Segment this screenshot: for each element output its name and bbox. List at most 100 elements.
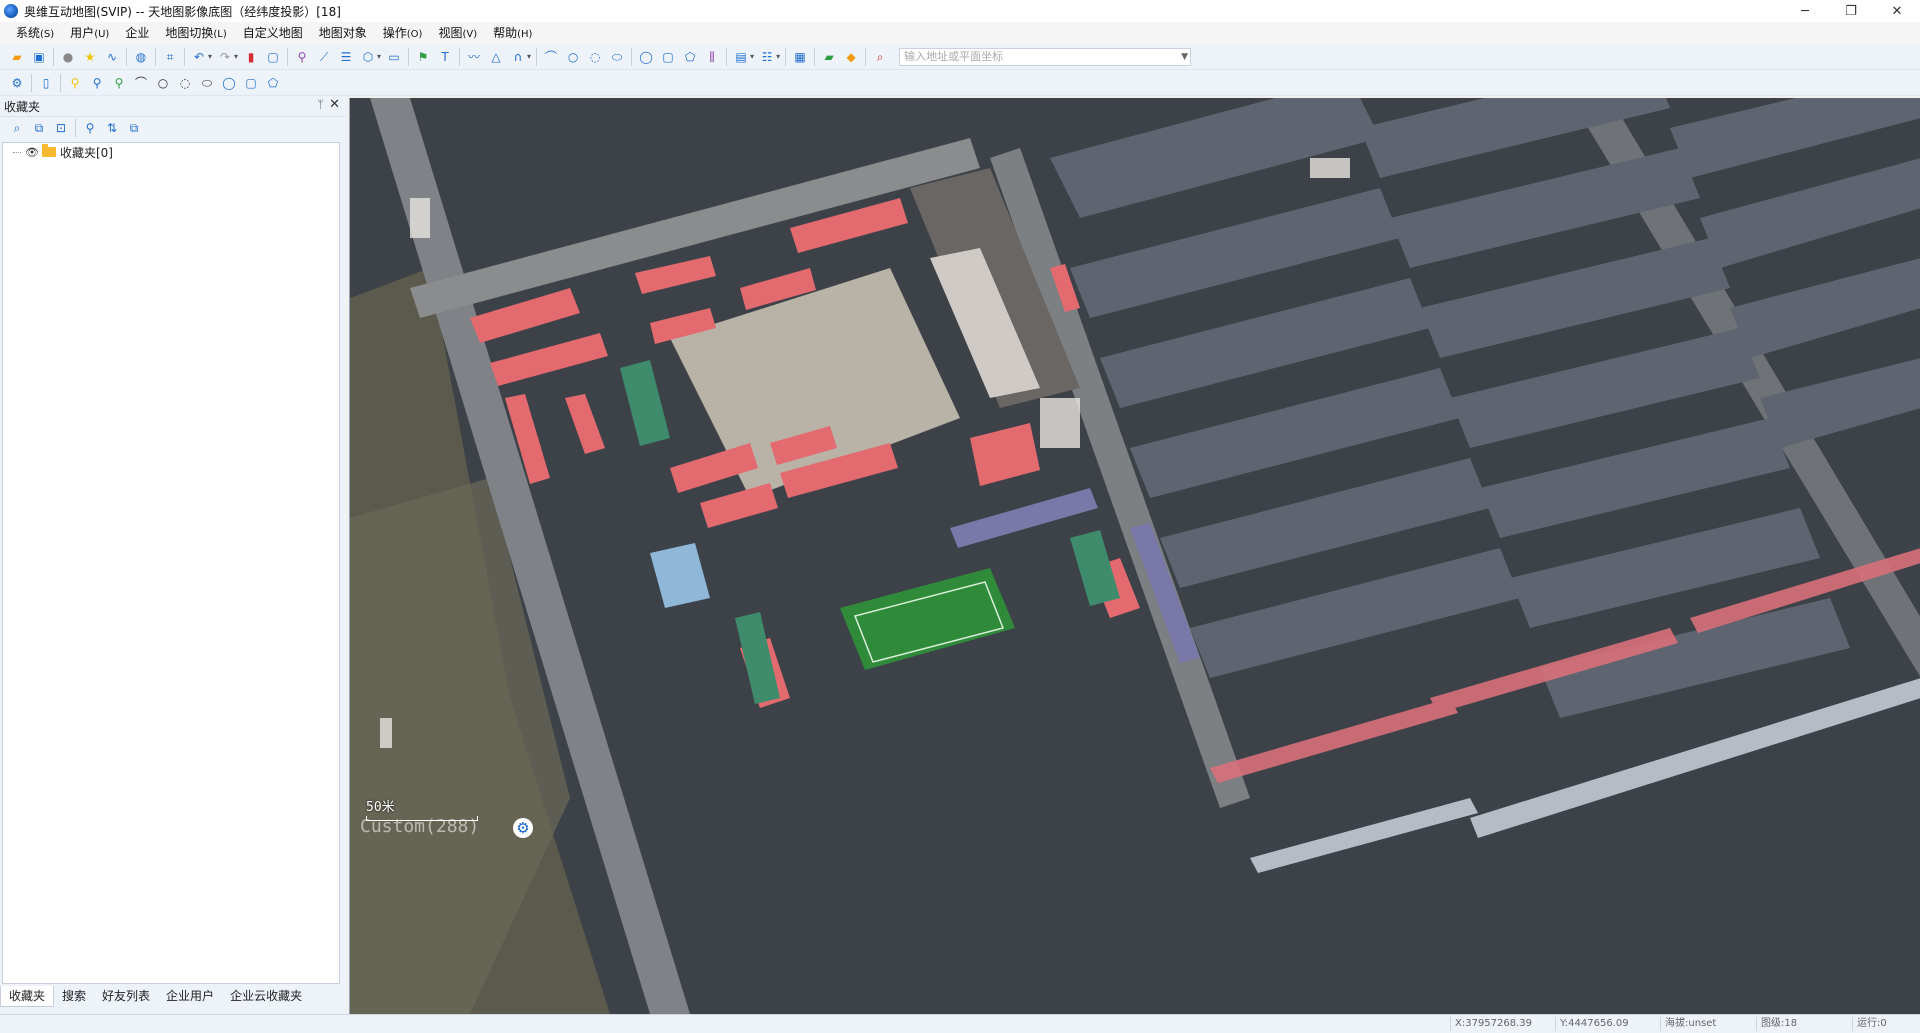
arc-icon[interactable]: ⌒ <box>542 48 560 66</box>
toolbar-separator <box>287 47 289 66</box>
copy-icon[interactable]: ⧉ <box>30 120 48 136</box>
address-search-input[interactable] <box>900 47 1167 66</box>
tab-enterprise-cloud-favorites[interactable]: 企业云收藏夹 <box>222 986 310 1006</box>
tab-enterprise-users[interactable]: 企业用户 <box>158 986 222 1006</box>
circle-icon[interactable]: ○ <box>564 48 582 66</box>
camera-icon[interactable]: ▭ <box>385 48 403 66</box>
curve-icon[interactable]: ∩ <box>509 48 527 66</box>
title-bar: 奥维互动地图(SVIP) -- 天地图影像底图（经纬度投影）[18] ─ ❐ ✕ <box>0 0 1920 22</box>
redo-icon[interactable]: ↷ <box>216 48 234 66</box>
toolbar-separator <box>459 47 461 66</box>
satellite-imagery <box>350 98 1920 1014</box>
polyline-icon[interactable]: 〰 <box>465 48 483 66</box>
menu-custom-map[interactable]: 自定义地图 <box>235 22 311 44</box>
search-icon[interactable]: ⌕ <box>871 48 889 66</box>
filled-circle-icon[interactable]: ◯ <box>637 48 655 66</box>
address-search-combo[interactable]: ▼ <box>899 47 1192 66</box>
pushpin-yellow-icon[interactable]: ⚲ <box>66 74 84 92</box>
toolbar-separator <box>865 47 867 66</box>
select-box-icon[interactable]: ▢ <box>264 48 282 66</box>
close-window-button[interactable]: ✕ <box>1874 0 1920 22</box>
menu-enterprise[interactable]: 企业 <box>117 22 157 44</box>
user-icon[interactable]: ● <box>59 48 77 66</box>
tree-connector <box>13 151 21 153</box>
save-icon[interactable]: ▣ <box>30 48 48 66</box>
maximize-button[interactable]: ❐ <box>1828 0 1874 22</box>
sort-icon[interactable]: ⇅ <box>103 120 121 136</box>
region-icon[interactable]: ⬠ <box>681 48 699 66</box>
folder-copy-icon[interactable]: ⧉ <box>125 120 143 136</box>
arc-circle-icon[interactable]: ◌ <box>176 74 194 92</box>
menu-map-switch[interactable]: 地图切换(L) <box>157 22 234 44</box>
undo-icon[interactable]: ↶ <box>190 48 208 66</box>
menu-map-objects[interactable]: 地图对象 <box>311 22 375 44</box>
chevron-down-icon[interactable]: ▾ <box>377 52 381 61</box>
menu-user[interactable]: 用户(U) <box>62 22 117 44</box>
arc-circle-icon[interactable]: ◌ <box>586 48 604 66</box>
chat-icon[interactable]: ▰ <box>820 48 838 66</box>
close-panel-icon[interactable]: ✕ <box>329 97 340 112</box>
filled-circle-icon[interactable]: ◯ <box>220 74 238 92</box>
text-icon[interactable]: T <box>436 48 454 66</box>
pushpin-blue-icon[interactable]: ⚲ <box>88 74 106 92</box>
crop-icon[interactable]: ⌗ <box>161 48 179 66</box>
pin-icon[interactable]: ⚑ <box>414 48 432 66</box>
visibility-eye-icon[interactable]: 👁 <box>25 146 39 159</box>
layers-icon[interactable]: ☰ <box>337 48 355 66</box>
marker-icon[interactable]: ⚲ <box>81 120 99 136</box>
list-view-icon[interactable]: ▤ <box>732 48 750 66</box>
delete-icon[interactable]: ▮ <box>242 48 260 66</box>
gear-icon[interactable]: ⚙ <box>8 74 26 92</box>
table-icon[interactable]: ▦ <box>791 48 809 66</box>
main-toolbar: ▰ ▣ ● ★ ∿ ◍ ⌗ ↶ ▾ ↷ ▾ ▮ ▢ ⚲ ⟋ ☰ ⬡ ▾ ▭ ⚑ T 〰… <box>0 44 1920 70</box>
chevron-down-icon[interactable]: ▾ <box>234 52 238 61</box>
polygon-icon[interactable]: △ <box>487 48 505 66</box>
tab-friends[interactable]: 好友列表 <box>94 986 158 1006</box>
menu-help[interactable]: 帮助(H) <box>485 22 540 44</box>
ruler-icon[interactable]: ⟋ <box>315 48 333 66</box>
star-icon[interactable]: ★ <box>81 48 99 66</box>
toolbar-separator <box>53 47 54 66</box>
rectangle-icon[interactable]: ▢ <box>659 48 677 66</box>
open-folder-icon[interactable]: ▰ <box>8 48 26 66</box>
chevron-down-icon[interactable]: ▼ <box>1181 49 1188 65</box>
region-icon[interactable]: ⬠ <box>264 74 282 92</box>
route-icon[interactable]: ∿ <box>103 48 121 66</box>
chevron-down-icon[interactable]: ▾ <box>750 52 754 61</box>
toolbar-separator <box>631 47 633 66</box>
tab-favorites[interactable]: 收藏夹 <box>0 985 55 1007</box>
toolbar-separator <box>31 73 32 92</box>
circle-icon[interactable]: ○ <box>154 74 172 92</box>
menu-operation[interactable]: 操作(O) <box>375 22 431 44</box>
ellipse-icon[interactable]: ⬭ <box>198 74 216 92</box>
diamond-icon[interactable]: ◆ <box>842 48 860 66</box>
minimize-button[interactable]: ─ <box>1782 0 1828 22</box>
shape-icon[interactable]: ⬡ <box>359 48 377 66</box>
pushpin-green-icon[interactable]: ⚲ <box>110 74 128 92</box>
gear-icon[interactable]: ⚙ <box>513 818 533 838</box>
tab-search[interactable]: 搜索 <box>54 986 94 1006</box>
toolbar-separator <box>126 47 127 66</box>
search-icon[interactable]: ⌕ <box>8 120 26 136</box>
locate-icon[interactable]: ⊡ <box>52 120 70 136</box>
locate-icon[interactable]: ⚲ <box>293 48 311 66</box>
chevron-down-icon[interactable]: ▾ <box>208 52 212 61</box>
list-icon[interactable]: ☷ <box>758 48 776 66</box>
satellite-map-view[interactable]: 50米 Custom(288) ⚙ <box>349 98 1920 1014</box>
menu-system[interactable]: 系统(S) <box>8 22 62 44</box>
chevron-down-icon[interactable]: ▾ <box>776 52 780 61</box>
rectangle-icon[interactable]: ▢ <box>242 74 260 92</box>
menu-view[interactable]: 视图(V) <box>430 22 485 44</box>
tree-item[interactable]: 👁 收藏夹[0] <box>3 143 339 161</box>
document-icon[interactable]: ▯ <box>37 74 55 92</box>
toolbar-separator <box>536 47 538 66</box>
ellipse-icon[interactable]: ⬭ <box>608 48 626 66</box>
columns-icon[interactable]: ⫼ <box>703 48 721 66</box>
panel-toolbar: ⌕ ⧉ ⊡ ⚲ ⇅ ⧉ <box>0 117 346 139</box>
arc-line-icon[interactable]: ⌒ <box>132 74 150 92</box>
pin-icon[interactable]: ᛘ <box>317 98 324 111</box>
panel-header: 收藏夹 ᛘ ✕ <box>0 96 346 117</box>
globe-icon[interactable]: ◍ <box>132 48 150 66</box>
chevron-down-icon[interactable]: ▾ <box>527 52 531 61</box>
folder-icon <box>41 144 56 157</box>
